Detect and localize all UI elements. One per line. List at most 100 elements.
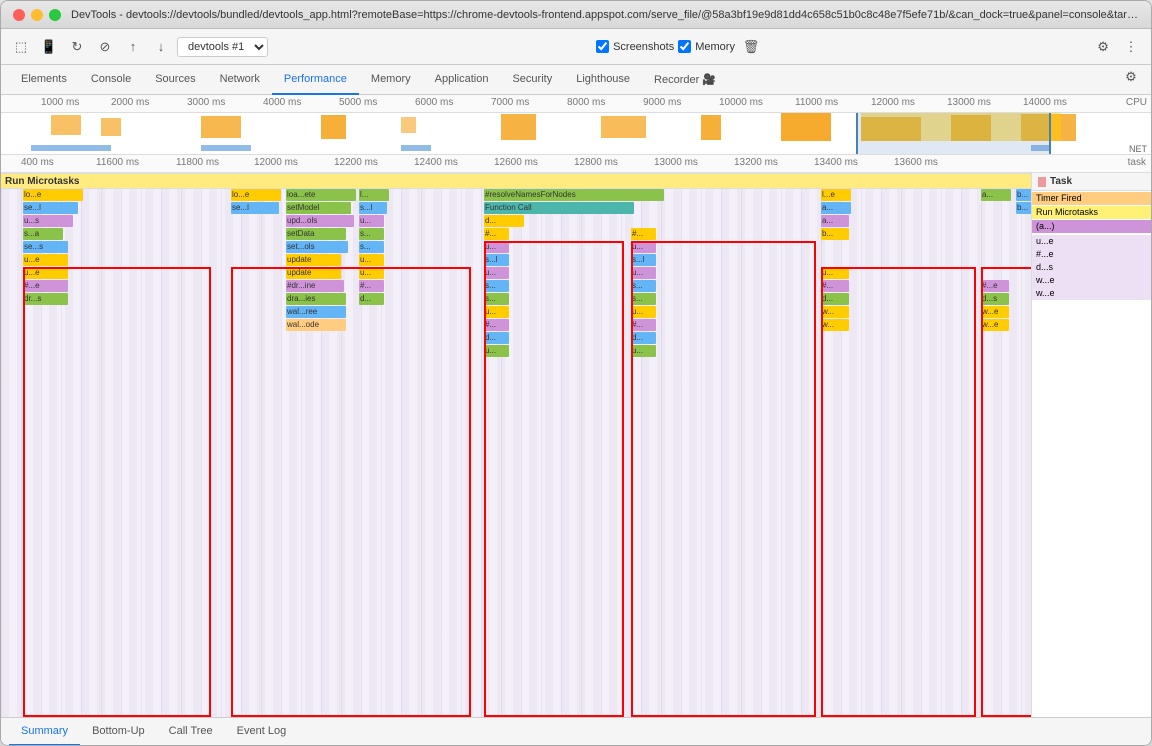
title-bar: DevTools - devtools://devtools/bundled/d…: [1, 1, 1151, 29]
block-lo-e-1: lo...e: [23, 189, 83, 201]
block-function-call: Function Call: [484, 202, 634, 214]
screenshots-label: Screenshots: [613, 41, 674, 53]
block-d-4: d...: [484, 332, 509, 344]
dtl-12600: 12600 ms: [494, 157, 538, 168]
block-u-2b: u...: [631, 241, 656, 253]
dtl-12800: 12800 ms: [574, 157, 618, 168]
block-ses: se...s: [23, 241, 68, 253]
block-u-11: u...: [631, 345, 656, 357]
tab-call-tree[interactable]: Call Tree: [157, 718, 225, 746]
time-label-6000: 6000 ms: [415, 97, 453, 108]
block-u-9: u...: [631, 306, 656, 318]
block-u-5: u...: [484, 267, 509, 279]
detail-view: 400 ms 11600 ms 11800 ms 12000 ms 12200 …: [1, 155, 1151, 717]
time-label-7000: 7000 ms: [491, 97, 529, 108]
block-hashe-r: #...e: [981, 280, 1009, 292]
tab-sources[interactable]: Sources: [143, 65, 207, 95]
time-ruler-overview: 1000 ms 2000 ms 3000 ms 4000 ms 5000 ms …: [1, 95, 1151, 113]
time-label-4000: 4000 ms: [263, 97, 301, 108]
tab-performance[interactable]: Performance: [272, 65, 359, 95]
tab-security[interactable]: Security: [500, 65, 564, 95]
tab-event-log[interactable]: Event Log: [225, 718, 299, 746]
block-hash-5: #...: [631, 319, 656, 331]
tab-summary[interactable]: Summary: [9, 718, 80, 746]
right-panel-header: Task: [1032, 173, 1151, 191]
block-hash-2: #...: [359, 280, 384, 292]
more-button[interactable]: ⋮: [1119, 35, 1143, 59]
dtl-12000: 12000 ms: [254, 157, 298, 168]
timeline-overview[interactable]: 1000 ms 2000 ms 3000 ms 4000 ms 5000 ms …: [1, 95, 1151, 155]
nav-tabs: Elements Console Sources Network Perform…: [1, 65, 1151, 95]
block-hash-1b: #...: [631, 228, 656, 240]
block-b-1: b...: [1016, 189, 1031, 201]
time-label-2000: 2000 ms: [111, 97, 149, 108]
selection-region: [856, 113, 1051, 155]
block-wal-ree: wal...ree: [286, 306, 346, 318]
screenshots-checkbox[interactable]: [596, 40, 609, 53]
performance-panel: 1000 ms 2000 ms 3000 ms 4000 ms 5000 ms …: [1, 95, 1151, 745]
flame-row-2: se...l se...l setModel s...l Function Ca…: [1, 202, 1031, 215]
tab-lighthouse[interactable]: Lighthouse: [564, 65, 642, 95]
device-selector[interactable]: devtools #1: [177, 37, 268, 57]
block-dr-ine: #dr...ine: [286, 280, 344, 292]
tab-bottom-up[interactable]: Bottom-Up: [80, 718, 157, 746]
block-l: l...: [359, 189, 389, 201]
detail-time-ruler: 400 ms 11600 ms 11800 ms 12000 ms 12200 …: [1, 155, 1151, 173]
block-d-5: d...: [631, 332, 656, 344]
block-loa-ete: loa...ete: [286, 189, 356, 201]
memory-checkbox[interactable]: [678, 40, 691, 53]
block-s-4: s...: [631, 280, 656, 292]
back-button[interactable]: ↑: [121, 35, 145, 59]
settings-gear[interactable]: ⚙: [1119, 65, 1143, 89]
minimize-button[interactable]: [31, 9, 43, 21]
block-lo-e-2: lo...e: [231, 189, 281, 201]
dtl-12400: 12400 ms: [414, 157, 458, 168]
inspect-button[interactable]: ⬚: [9, 35, 33, 59]
block-sl-1: s...l: [484, 254, 509, 266]
tab-console[interactable]: Console: [79, 65, 143, 95]
block-we-r: w...e: [981, 306, 1009, 318]
block-w-2: w...: [821, 319, 849, 331]
block-update-2: update: [286, 267, 341, 279]
clear-recording-button[interactable]: 🗑: [739, 35, 763, 59]
close-button[interactable]: [13, 9, 25, 21]
block-s-2: s...: [359, 241, 384, 253]
mobile-button[interactable]: 📱: [37, 35, 61, 59]
block-u-3: u...: [359, 254, 384, 266]
tab-elements[interactable]: Elements: [9, 65, 79, 95]
block-u-8: u...: [484, 306, 509, 318]
block-ue-2: u...e: [23, 267, 68, 279]
rp-task-label: Task: [1050, 176, 1072, 187]
block-ue-1: u...e: [23, 254, 68, 266]
tab-network[interactable]: Network: [208, 65, 272, 95]
block-sl-2: s...l: [631, 254, 656, 266]
block-setdata: setData: [286, 228, 346, 240]
tab-application[interactable]: Application: [423, 65, 501, 95]
tracks-area: Run Microtasks lo...e lo...e loa...ete l…: [1, 173, 1151, 717]
clear-button[interactable]: ⊘: [93, 35, 117, 59]
time-label-5000: 5000 ms: [339, 97, 377, 108]
block-we-2: w...e: [981, 319, 1009, 331]
dtl-13400: 13400 ms: [814, 157, 858, 168]
block-s-1: s...: [359, 228, 384, 240]
maximize-button[interactable]: [49, 9, 61, 21]
dtl-400: 400 ms: [21, 157, 54, 168]
block-se-l-2: se...l: [231, 202, 279, 214]
settings-button[interactable]: ⚙: [1091, 35, 1115, 59]
forward-button[interactable]: ↓: [149, 35, 173, 59]
block-update-1: update: [286, 254, 341, 266]
block-u-7: u...: [821, 267, 849, 279]
bottom-tabs: Summary Bottom-Up Call Tree Event Log: [1, 717, 1151, 745]
flame-row-13: u... u...: [1, 345, 1031, 358]
dtl-13600: 13600 ms: [894, 157, 938, 168]
tab-recorder[interactable]: Recorder 🎥: [642, 65, 728, 95]
memory-label: Memory: [695, 41, 735, 53]
block-u-10: u...: [484, 345, 509, 357]
tab-memory[interactable]: Memory: [359, 65, 423, 95]
flame-row-6: u...e update u... s...l s...l: [1, 254, 1031, 267]
block-upd-ols: upd...ols: [286, 215, 354, 227]
rp-u-e: u...e: [1032, 235, 1151, 248]
traffic-lights: [13, 9, 61, 21]
block-sl: s...l: [359, 202, 387, 214]
reload-button[interactable]: ↻: [65, 35, 89, 59]
